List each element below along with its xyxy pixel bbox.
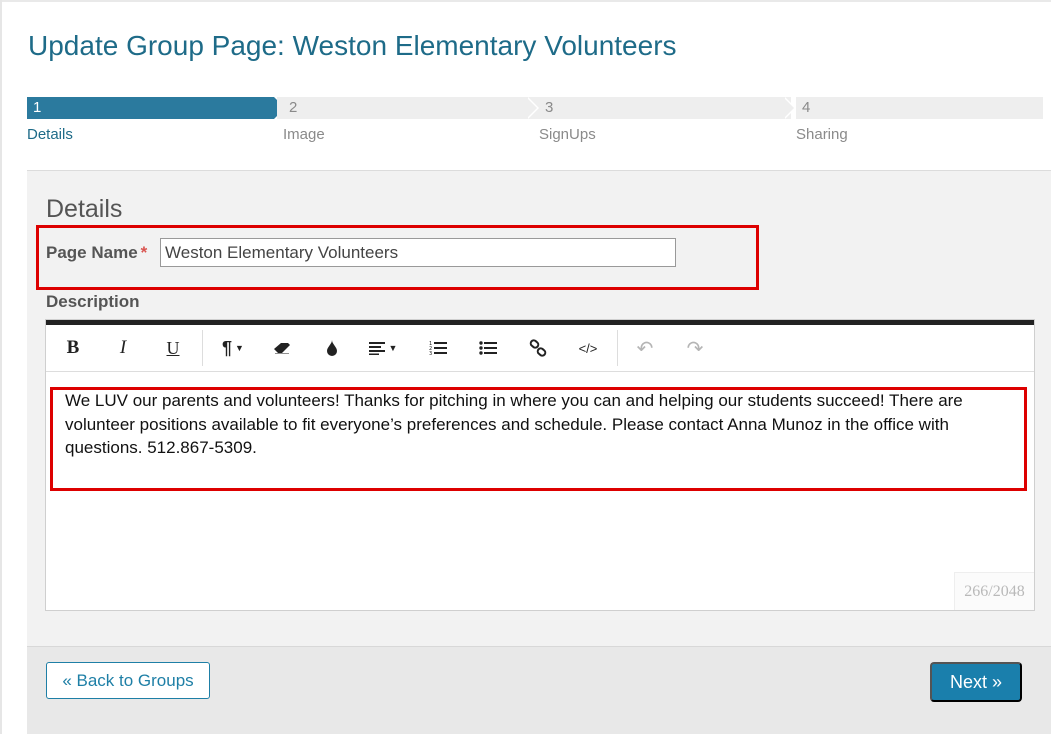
code-icon[interactable]: </> — [573, 333, 603, 363]
link-icon[interactable] — [523, 333, 553, 363]
step-number: 2 — [289, 99, 298, 116]
step-label: Sharing — [796, 126, 848, 143]
step-image[interactable]: 2 Image — [277, 97, 540, 143]
step-number: 3 — [545, 99, 554, 116]
frame-top-border — [0, 0, 1051, 2]
step-bar — [277, 97, 540, 119]
step-label: Image — [283, 126, 325, 143]
page-name-label-text: Page Name — [46, 243, 138, 262]
step-details[interactable]: 1 Details — [27, 97, 285, 143]
details-panel: Details Page Name* Description B I U ¶▼ … — [27, 170, 1051, 734]
svg-text:3: 3 — [429, 351, 432, 356]
page-name-label: Page Name * — [46, 243, 147, 263]
description-label: Description — [46, 292, 140, 311]
redo-icon[interactable]: ↷ — [680, 333, 710, 363]
ordered-list-icon[interactable]: 123 — [423, 333, 453, 363]
back-to-groups-button[interactable]: « Back to Groups — [46, 662, 210, 699]
step-number: 1 — [33, 99, 42, 116]
color-drop-icon[interactable] — [317, 333, 347, 363]
step-bar — [27, 97, 274, 119]
step-signups[interactable]: 3 SignUps — [539, 97, 791, 143]
step-divider-inner — [784, 98, 794, 118]
underline-icon[interactable]: U — [158, 333, 188, 363]
align-icon[interactable]: ▼ — [363, 333, 403, 363]
highlight-description — [50, 387, 1027, 491]
bold-icon[interactable]: B — [58, 333, 88, 363]
required-marker: * — [140, 243, 148, 262]
stepper: 1 Details 2 Image 3 SignUps 4 Sharing — [27, 97, 1043, 147]
paragraph-icon[interactable]: ¶ ▼ — [214, 333, 252, 363]
next-button[interactable]: Next » — [930, 662, 1022, 702]
character-counter: 266/2048 — [954, 572, 1034, 610]
frame-left-border — [0, 0, 2, 734]
toolbar-separator — [617, 330, 618, 366]
step-sharing[interactable]: 4 Sharing — [796, 97, 1043, 143]
toolbar-separator — [202, 330, 203, 366]
unordered-list-icon[interactable] — [473, 333, 503, 363]
page-title: Update Group Page: Weston Elementary Vol… — [28, 30, 677, 61]
step-divider-inner — [527, 98, 537, 118]
step-number: 4 — [802, 99, 811, 116]
step-label: Details — [27, 126, 73, 143]
step-label: SignUps — [539, 126, 596, 143]
page-name-input[interactable] — [160, 238, 676, 267]
step-bar — [796, 97, 1043, 119]
section-title: Details — [46, 195, 123, 223]
undo-icon[interactable]: ↶ — [630, 333, 660, 363]
step-bar — [539, 97, 791, 119]
editor-toolbar: B I U ¶ ▼ ▼ 123 </> ↶ ↷ — [46, 325, 1034, 372]
eraser-icon[interactable] — [267, 333, 297, 363]
italic-icon[interactable]: I — [108, 333, 138, 363]
